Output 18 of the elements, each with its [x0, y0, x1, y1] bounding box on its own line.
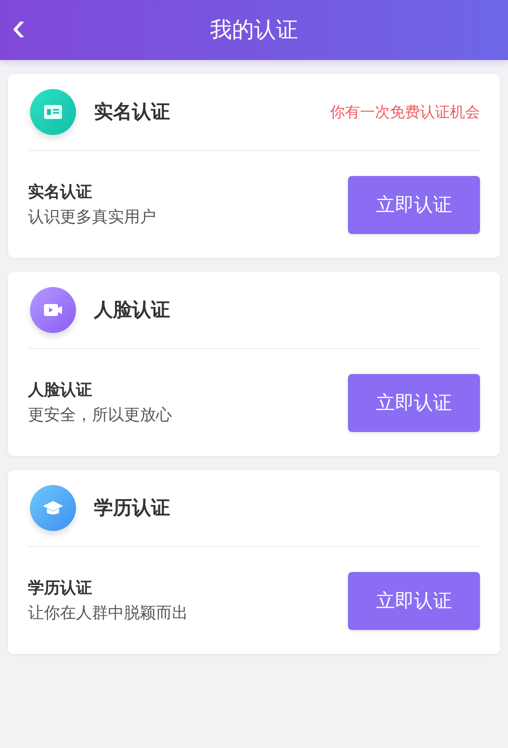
back-button[interactable]: ‹ [0, 7, 42, 53]
page-title: 我的认证 [210, 17, 298, 45]
card-title: 实名认证 [94, 100, 171, 125]
verify-button[interactable]: 立即认证 [348, 572, 480, 630]
free-offer-note: 你有一次免费认证机会 [330, 102, 480, 122]
verify-button[interactable]: 立即认证 [348, 176, 480, 234]
item-title: 人脸认证 [28, 380, 93, 400]
video-camera-icon [30, 287, 76, 333]
card-title: 学历认证 [94, 496, 171, 521]
card-title: 人脸认证 [94, 298, 171, 323]
verify-button[interactable]: 立即认证 [348, 374, 480, 432]
id-card-icon [30, 89, 76, 135]
item-description: 让你在人群中脱颖而出 [28, 602, 188, 624]
graduation-cap-icon [30, 485, 76, 531]
item-title: 实名认证 [28, 182, 93, 202]
item-title: 学历认证 [28, 578, 93, 598]
item-description: 更安全，所以更放心 [28, 404, 172, 426]
item-description: 认识更多真实用户 [28, 206, 156, 228]
